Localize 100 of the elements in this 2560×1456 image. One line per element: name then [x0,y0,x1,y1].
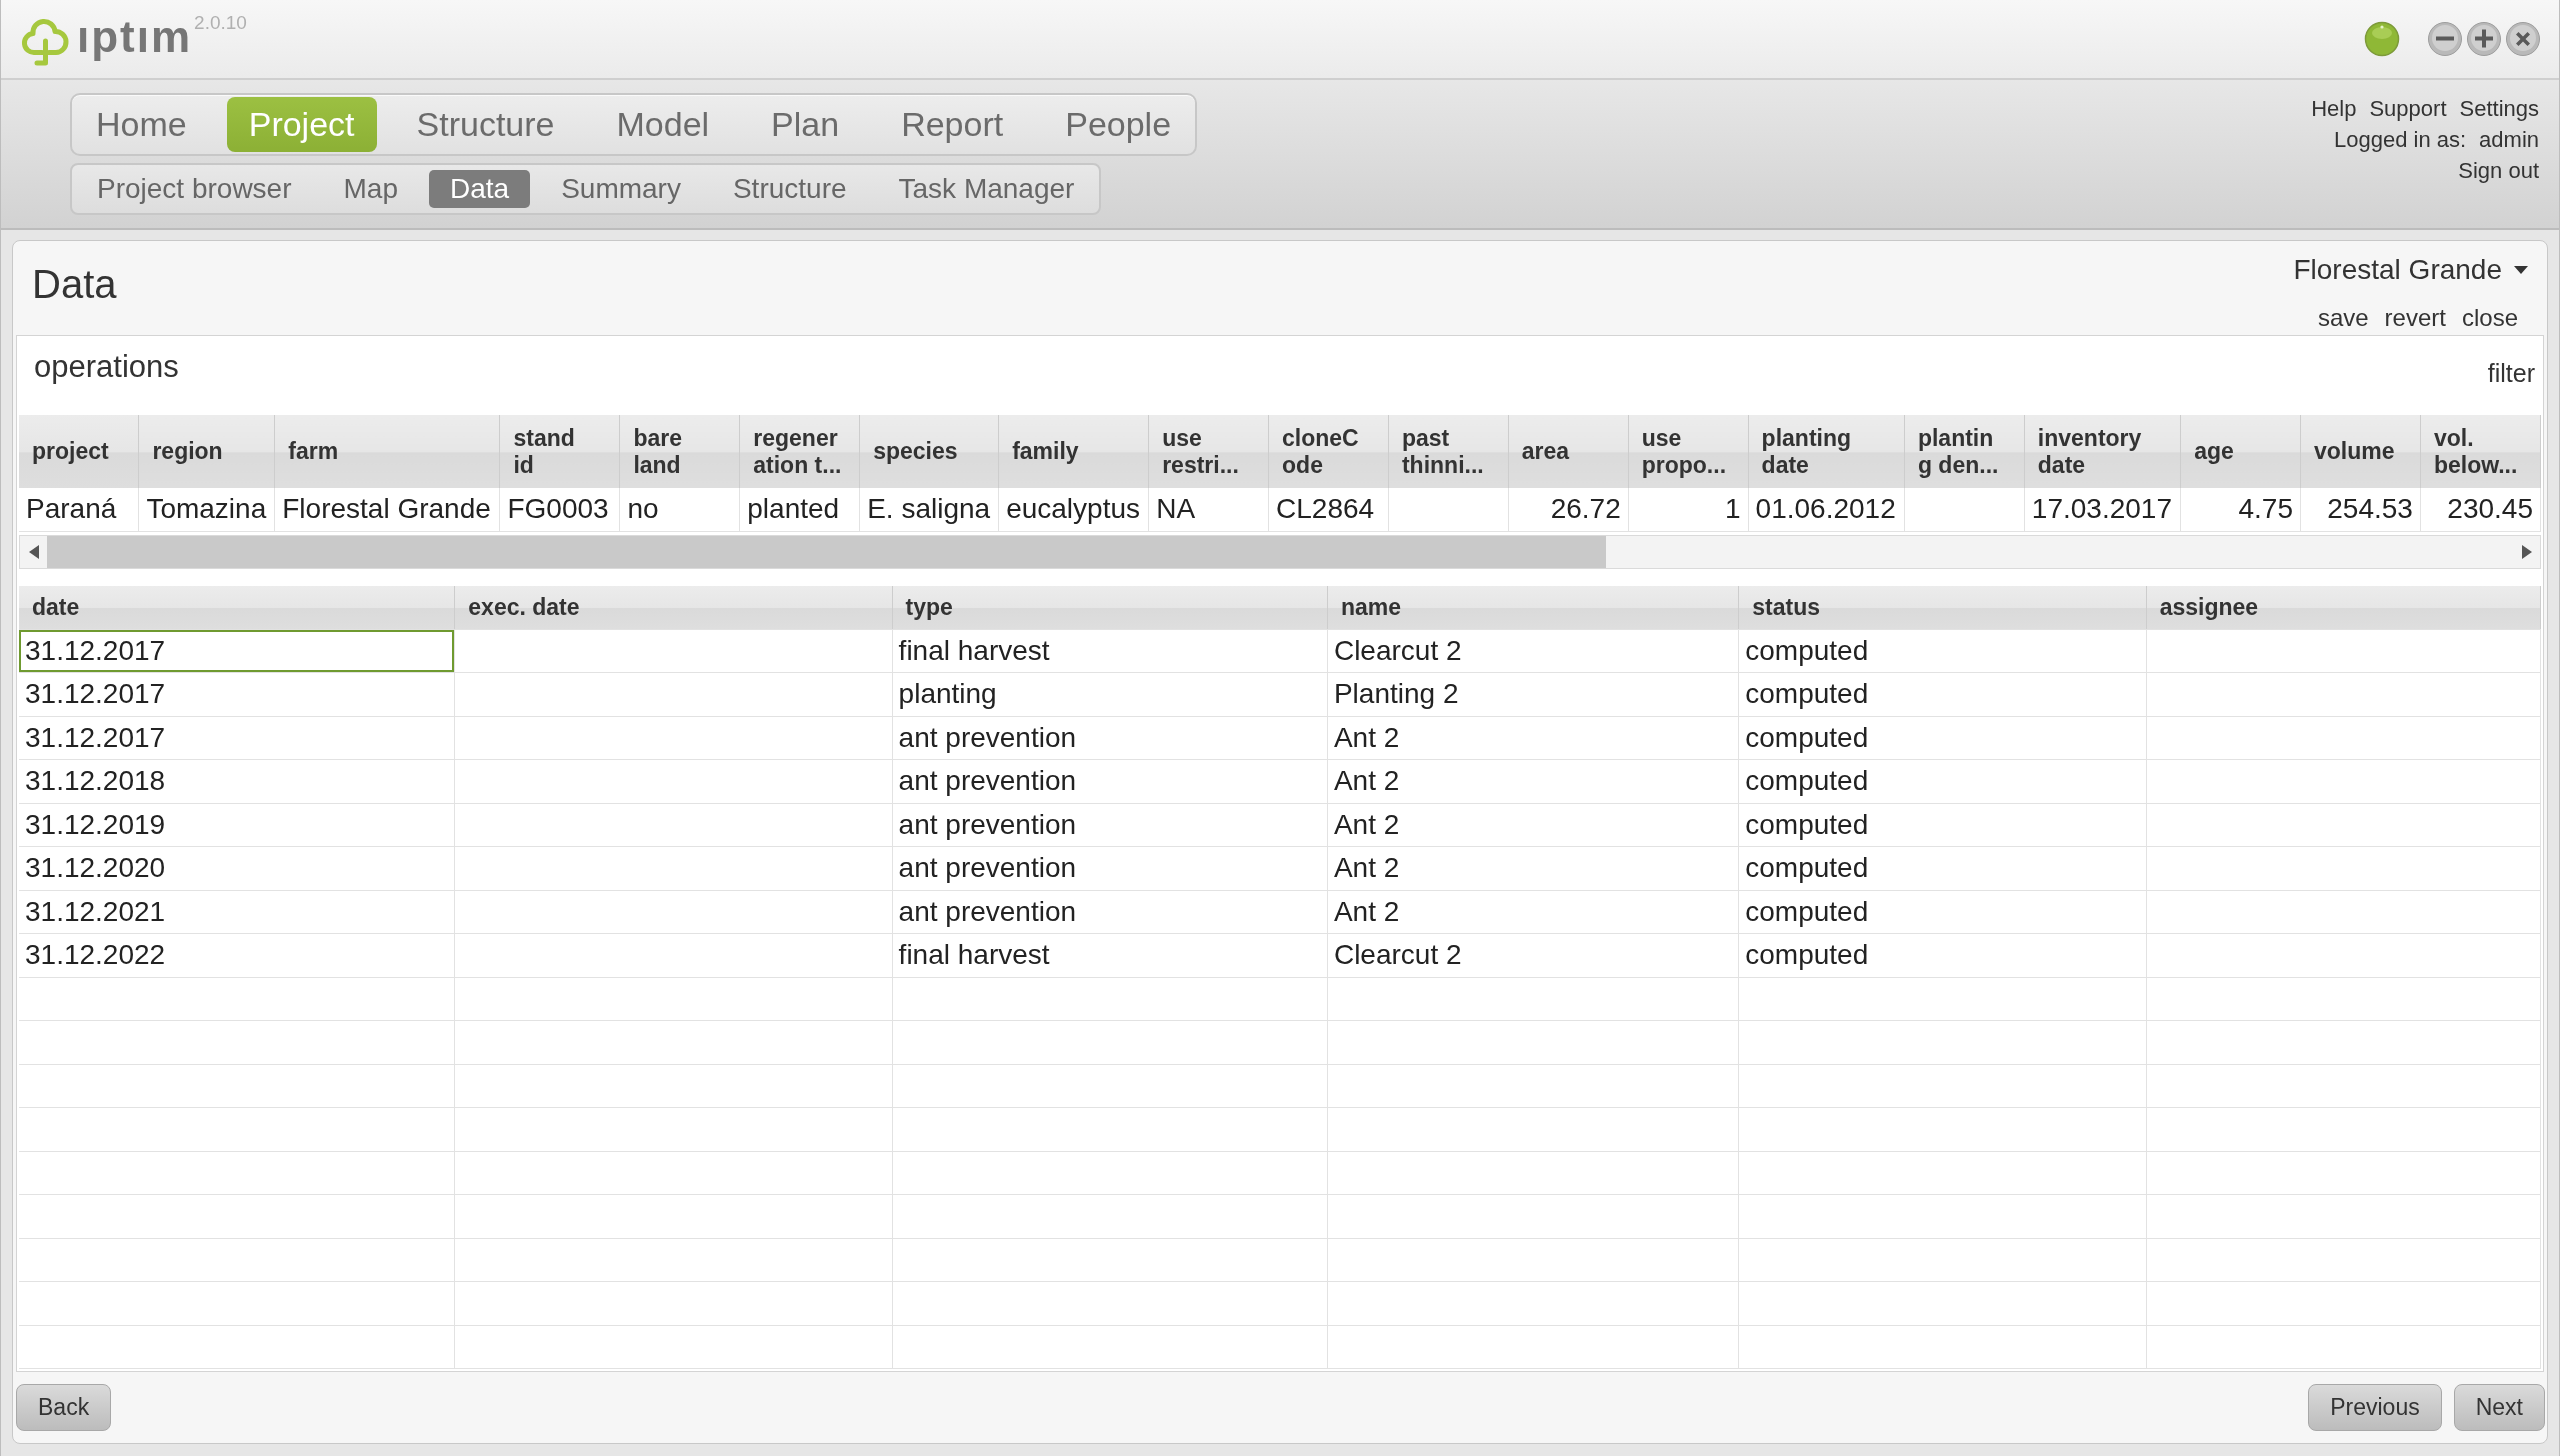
table-cell: CL2864 [1268,488,1389,531]
column-header[interactable]: farm [274,415,500,488]
column-header[interactable]: status [1739,585,2147,629]
column-header[interactable]: use propo... [1628,415,1749,488]
close-icon [2505,21,2541,57]
table-cell[interactable]: Ant 2 [1327,716,1740,759]
column-header[interactable]: exec. date [455,585,893,629]
table-cell[interactable]: 31.12.2021 [19,890,456,933]
column-header[interactable]: region [138,415,275,488]
table-cell: NA [1148,488,1269,531]
logo-text: ıptım [77,12,193,62]
header-link[interactable]: Help [2311,93,2357,124]
column-header[interactable]: name [1327,585,1740,629]
table-cell[interactable]: computed [1739,803,2147,846]
nav-tab[interactable]: Plan [749,97,862,152]
action-link[interactable]: revert [2384,304,2446,332]
column-header[interactable]: assignee [2146,585,2541,629]
nav-tab[interactable]: People [1043,97,1194,152]
version-label: 2.0.10 [194,12,247,34]
next-button[interactable]: Next [2453,1384,2545,1431]
column-header[interactable]: date [19,585,456,629]
table-cell[interactable]: Ant 2 [1327,803,1740,846]
column-header[interactable]: use restri... [1148,415,1269,488]
section-title: operations [34,349,179,385]
table-cell[interactable]: computed [1739,760,2147,803]
table-cell[interactable]: final harvest [892,629,1328,672]
table-cell[interactable]: ant prevention [892,760,1328,803]
column-header[interactable]: plantin g den... [1904,415,2025,488]
logged-in-label: Logged in as: [2333,126,2467,154]
sign-out-link[interactable]: Sign out [2458,155,2539,186]
table-cell[interactable]: 31.12.2017 [19,629,456,672]
header-link[interactable]: Support [2369,93,2447,124]
table-cell[interactable]: 31.12.2019 [19,803,456,846]
table-cell[interactable]: 31.12.2022 [19,934,456,977]
action-link[interactable]: save [2317,304,2369,332]
table-cell[interactable]: 31.12.2017 [19,716,456,759]
table-cell[interactable]: Clearcut 2 [1327,934,1740,977]
table-cell[interactable]: Ant 2 [1327,760,1740,803]
filter-link[interactable]: filter [2487,359,2535,387]
table-cell: 17.03.2017 [2024,488,2181,531]
table-cell[interactable]: computed [1739,847,2147,890]
right-arrow-icon [2521,544,2532,559]
nav-tab[interactable]: Model [594,97,732,152]
table-cell[interactable]: computed [1739,673,2147,716]
table-cell: eucalyptus [998,488,1149,531]
back-button[interactable]: Back [16,1384,112,1431]
table-cell: planted [739,488,860,531]
column-header[interactable]: stand id [500,415,620,488]
table-cell[interactable]: 31.12.2018 [19,760,456,803]
column-header[interactable]: cloneC ode [1268,415,1389,488]
table-cell[interactable]: ant prevention [892,890,1328,933]
table-cell: 254.53 [2300,488,2421,531]
column-header[interactable]: area [1508,415,1629,488]
page-title: Data [32,261,117,308]
column-header[interactable]: age [2180,415,2301,488]
column-header[interactable]: vol. below... [2420,415,2541,488]
table-cell: no [619,488,740,531]
close-button[interactable] [2505,21,2541,57]
table-cell[interactable]: 31.12.2017 [19,673,456,716]
nav-tab[interactable]: Report [879,97,1026,152]
project-selector[interactable]: Florestal Grande [2293,253,2528,287]
column-header[interactable]: bare land [619,415,740,488]
minimize-button[interactable] [2427,21,2463,57]
table-cell[interactable]: Clearcut 2 [1327,629,1740,672]
table-cell[interactable]: Ant 2 [1327,890,1740,933]
table-cell[interactable]: planting [892,673,1328,716]
subnav-tab[interactable]: Project browser [76,170,313,208]
column-header[interactable]: volume [2300,415,2421,488]
nav-tab[interactable]: Structure [394,97,577,152]
table-cell[interactable]: computed [1739,629,2147,672]
nav-tab[interactable]: Home [74,97,209,152]
column-header[interactable]: planting date [1748,415,1905,488]
column-header[interactable]: regener ation t... [739,415,860,488]
subnav-tab[interactable]: Task Manager [877,170,1096,208]
table-cell[interactable]: final harvest [892,934,1328,977]
subnav-tab[interactable]: Structure [711,170,868,208]
subnav-tab[interactable]: Data [429,170,531,208]
column-header[interactable]: project [19,415,139,488]
table-cell[interactable]: 31.12.2020 [19,847,456,890]
table-cell[interactable]: computed [1739,934,2147,977]
table-cell[interactable]: computed [1739,890,2147,933]
caret-icon [2514,266,2528,274]
maximize-button[interactable] [2466,21,2502,57]
action-link[interactable]: close [2461,304,2518,332]
column-header[interactable]: family [998,415,1149,488]
table-cell[interactable]: ant prevention [892,803,1328,846]
header-link[interactable]: Settings [2459,93,2539,124]
column-header[interactable]: inventory date [2024,415,2181,488]
subnav-tab[interactable]: Map [322,170,419,208]
column-header[interactable]: past thinni... [1388,415,1509,488]
column-header[interactable]: type [892,585,1328,629]
subnav-tab[interactable]: Summary [540,170,702,208]
table-cell[interactable]: Ant 2 [1327,847,1740,890]
column-header[interactable]: species [859,415,999,488]
table-cell[interactable]: Planting 2 [1327,673,1740,716]
table-cell[interactable]: ant prevention [892,716,1328,759]
table-cell[interactable]: computed [1739,716,2147,759]
table-cell[interactable]: ant prevention [892,847,1328,890]
previous-button[interactable]: Previous [2308,1384,2442,1431]
scrollbar-thumb[interactable] [47,535,1606,568]
